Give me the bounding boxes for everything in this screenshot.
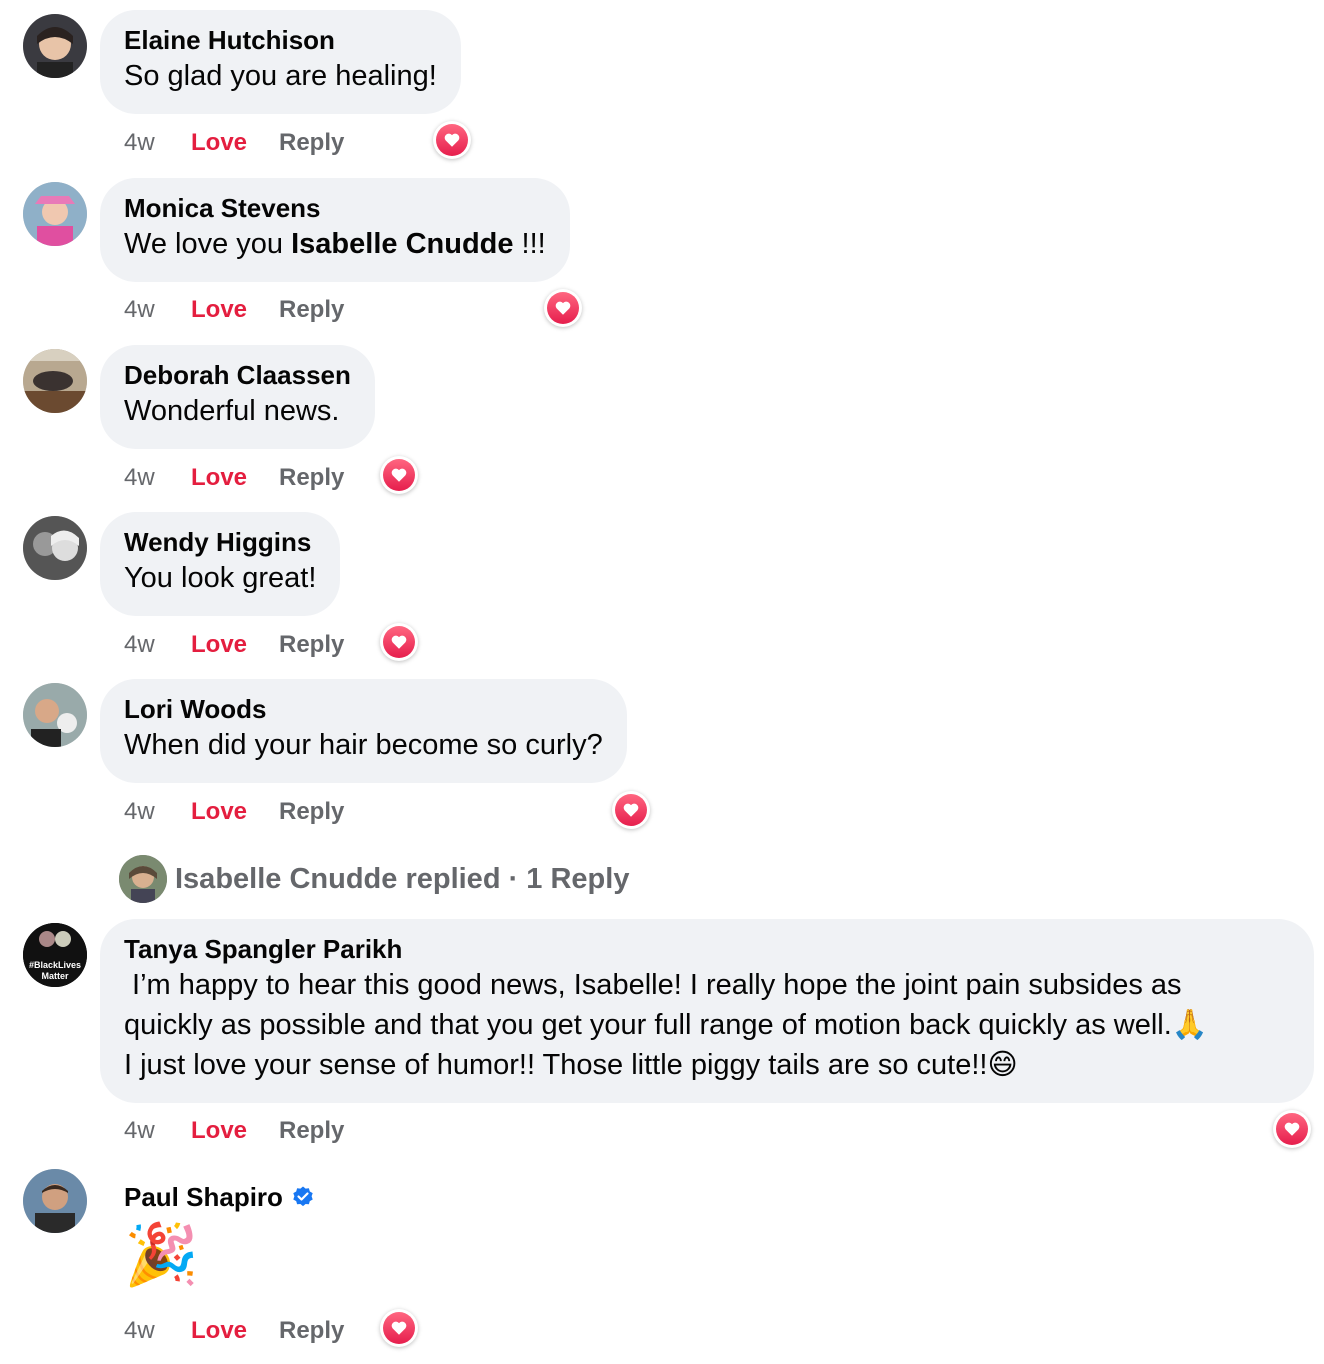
comment-actions: 4w Love Reply: [124, 462, 344, 494]
love-icon: [383, 626, 415, 658]
comment-actions: 4w Love Reply: [124, 1115, 344, 1147]
avatar[interactable]: [23, 683, 87, 747]
reaction-badge[interactable]: [380, 456, 418, 494]
avatar[interactable]: #BlackLives Matter: [23, 923, 87, 987]
reaction-badge[interactable]: [433, 121, 471, 159]
love-button[interactable]: Love: [191, 1117, 279, 1145]
comment-time[interactable]: 4w: [124, 631, 191, 659]
comment-author-name[interactable]: Paul Shapiro: [124, 1181, 283, 1213]
comment-time[interactable]: 4w: [124, 798, 191, 826]
comment-text: When did your hair become so curly?: [124, 729, 603, 761]
verified-badge-icon: [291, 1185, 315, 1209]
reaction-badge[interactable]: [544, 289, 582, 327]
comment-bubble: Lori Woods When did your hair become so …: [100, 679, 627, 783]
reply-button[interactable]: Reply: [279, 129, 344, 157]
love-icon: [383, 459, 415, 491]
view-replies-link[interactable]: Isabelle Cnudde replied · 1 Reply: [119, 855, 629, 903]
comment-time[interactable]: 4w: [124, 1117, 191, 1145]
avatar[interactable]: [23, 182, 87, 246]
comment-author: Paul Shapiro: [124, 1181, 315, 1213]
comment-text: You look great!: [124, 562, 317, 594]
comment-text: Wonderful news.: [124, 395, 340, 427]
avatar-caption-2: Matter: [41, 971, 69, 981]
text-before: We love you: [124, 228, 292, 260]
view-replies-text[interactable]: Isabelle Cnudde replied · 1 Reply: [175, 863, 629, 896]
reaction-badge[interactable]: [612, 791, 650, 829]
comment-text: So glad you are healing!: [124, 60, 437, 92]
comment-actions: 4w Love Reply: [124, 127, 344, 159]
comment-time[interactable]: 4w: [124, 129, 191, 157]
comment-author[interactable]: Elaine Hutchison: [124, 24, 437, 56]
love-button[interactable]: Love: [191, 129, 279, 157]
comment-text-line-2: quickly as possible and that you get you…: [124, 1009, 1208, 1041]
reply-button[interactable]: Reply: [279, 798, 344, 826]
comment-author[interactable]: Monica Stevens: [124, 192, 546, 224]
comment-text: We love you Isabelle Cnudde !!!: [124, 224, 546, 264]
comment-actions: 4w Love Reply: [124, 796, 344, 828]
reply-button[interactable]: Reply: [279, 1317, 344, 1345]
replier-avatar: [119, 855, 167, 903]
comment-author[interactable]: Wendy Higgins: [124, 526, 316, 558]
love-button[interactable]: Love: [191, 464, 279, 492]
avatar[interactable]: [23, 14, 87, 78]
reaction-badge[interactable]: [380, 1309, 418, 1347]
avatar[interactable]: [23, 1169, 87, 1233]
text-after: !!!: [513, 228, 546, 260]
comment-author[interactable]: Deborah Claassen: [124, 359, 351, 391]
reply-button[interactable]: Reply: [279, 631, 344, 659]
reply-button[interactable]: Reply: [279, 1117, 344, 1145]
comment-actions: 4w Love Reply: [124, 294, 344, 326]
comment-bubble: Deborah Claassen Wonderful news.: [100, 345, 375, 449]
comment-author[interactable]: Tanya Spangler Parikh: [124, 933, 1290, 965]
love-button[interactable]: Love: [191, 631, 279, 659]
love-icon: [383, 1312, 415, 1344]
avatar[interactable]: [23, 349, 87, 413]
comment-text-line-1: I’m happy to hear this good news, Isabel…: [124, 969, 1182, 1001]
love-button[interactable]: Love: [191, 1317, 279, 1345]
love-icon: [436, 124, 468, 156]
comment-text-line-3: I just love your sense of humor!! Those …: [124, 1049, 1018, 1081]
comment-author[interactable]: Lori Woods: [124, 693, 603, 725]
comment-body: Paul Shapiro 🎉: [124, 1181, 315, 1295]
reply-button[interactable]: Reply: [279, 296, 344, 324]
comment-bubble: Tanya Spangler Parikh I’m happy to hear …: [100, 919, 1314, 1103]
reaction-badge[interactable]: [380, 623, 418, 661]
love-icon: [547, 292, 579, 324]
avatar[interactable]: [23, 516, 87, 580]
comment-time[interactable]: 4w: [124, 1317, 191, 1345]
love-button[interactable]: Love: [191, 798, 279, 826]
comment-bubble: Wendy Higgins You look great!: [100, 512, 341, 616]
reply-button[interactable]: Reply: [279, 464, 344, 492]
love-icon: [615, 794, 647, 826]
love-icon: [1276, 1113, 1308, 1145]
reaction-badge[interactable]: [1273, 1110, 1311, 1148]
mention-link[interactable]: Isabelle Cnudde: [291, 228, 513, 260]
comment-actions: 4w Love Reply: [124, 629, 344, 661]
comment-actions: 4w Love Reply: [124, 1315, 344, 1347]
love-button[interactable]: Love: [191, 296, 279, 324]
comment-bubble: Elaine Hutchison So glad you are healing…: [100, 10, 461, 114]
comment-time[interactable]: 4w: [124, 296, 191, 324]
comment-time[interactable]: 4w: [124, 464, 191, 492]
comment-bubble: Monica Stevens We love you Isabelle Cnud…: [100, 178, 570, 282]
party-popper-emoji: 🎉: [124, 1221, 199, 1288]
avatar-caption-1: #BlackLives: [29, 960, 81, 970]
